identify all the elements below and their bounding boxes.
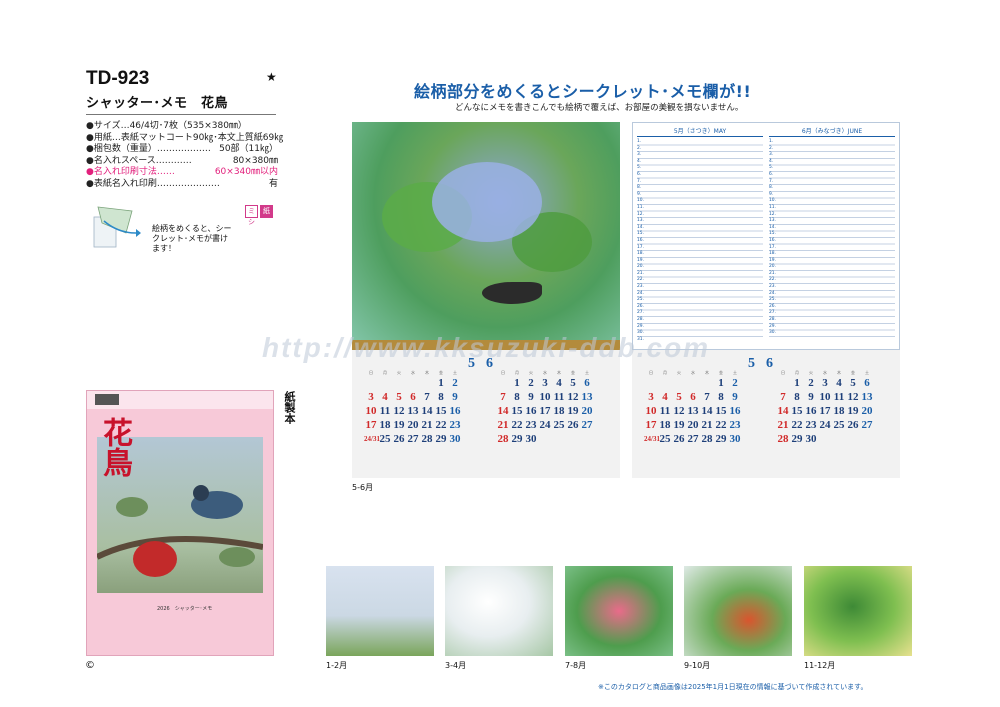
memo-header: 6月（みなづき）JUNE bbox=[769, 127, 895, 137]
calendar-may: 5 日月火水木金土 12 3456789 10 11 12 13 14 15 16 17 18… bbox=[644, 356, 768, 446]
week-row: 17 18 19 20 21 22 23 bbox=[365, 419, 461, 431]
disclaimer: ※このカタログと商品画像は2025年1月1日現在の情報に基づいて作成されています… bbox=[598, 683, 868, 691]
thumbnail-jan-feb: 1-2月 bbox=[326, 566, 434, 670]
thumbnail-sep-oct: 9-10月 bbox=[684, 566, 792, 670]
panel-caption: 5-6月 bbox=[352, 483, 374, 492]
product-name: シャッター･メモ 花鳥 bbox=[86, 96, 229, 111]
week-row: 28 29 30 bbox=[777, 433, 817, 445]
brand-logo bbox=[95, 394, 119, 405]
month-grid: 5 日月火水木金土 12 3456789 10 11 12 13 14 15 16 17 18… bbox=[632, 350, 900, 478]
month-number: 6 bbox=[766, 356, 773, 371]
thumbnail-caption: 3-4月 bbox=[445, 661, 467, 670]
cover-image: 花鳥 2026 シャッター･メモ bbox=[86, 390, 274, 656]
perforation-badge: ミシ bbox=[245, 205, 258, 226]
week-row: 28 29 30 bbox=[497, 433, 537, 445]
week-row: 14 15 16 17 18 19 20 bbox=[497, 405, 593, 417]
camellia-artwork bbox=[804, 566, 912, 656]
spec-name-space: ●名入れスペース………… 80×380㎜ bbox=[86, 155, 278, 166]
week-row: 123456 bbox=[514, 377, 590, 389]
memo-header: 5月（さつき）MAY bbox=[637, 127, 763, 137]
subheadline: どんなにメモを書きこんでも絵柄で覆えば、お部屋の美観を損ないません。 bbox=[455, 103, 744, 113]
headline: 絵柄部分をめくるとシークレット･メモ欄が!! bbox=[414, 82, 752, 101]
cover-year-text: 2026 シャッター･メモ bbox=[157, 606, 213, 612]
blossom-artwork bbox=[445, 566, 553, 656]
divider bbox=[86, 114, 276, 115]
thumbnail-caption: 9-10月 bbox=[684, 661, 711, 670]
calendar-june: 6 日月火水木金土 123456 7 8 9 10 11 12 13 14 15 16 17 18 1… bbox=[486, 356, 620, 446]
spec-list: ●サイズ…46/4切･7枚（535×380㎜） ●用紙…表紙マットコート90㎏･… bbox=[86, 121, 284, 191]
month-grid: 5 日月火水木金土 12 3456789 10 11 12 13 14 15 16 17 18… bbox=[352, 350, 620, 478]
memo-lines bbox=[637, 139, 763, 339]
spec-paper: ●用紙…表紙マットコート90㎏･本文上質紙69㎏ bbox=[86, 132, 284, 143]
thumbnail-jul-aug: 7-8月 bbox=[565, 566, 673, 670]
week-row: 3456789 bbox=[648, 391, 738, 403]
week-row: 24/31 25 26 27 28 29 30 bbox=[364, 433, 461, 445]
wagtail-bird bbox=[482, 282, 542, 304]
week-row: 12 bbox=[438, 377, 458, 389]
week-row: 10 11 12 13 14 15 16 bbox=[645, 405, 741, 417]
hibiscus-artwork bbox=[565, 566, 673, 656]
memo-june: 6月（みなづき）JUNE 1. 2. 3. 4. 5. 6. 7. 8. 9. 10. 11. 12.… bbox=[769, 127, 895, 339]
week-row: 21 22 23 24 25 26 27 bbox=[777, 419, 873, 431]
week-row: 14 15 16 17 18 19 20 bbox=[777, 405, 873, 417]
hint-text: 絵柄をめくると、シークレット･メモが書けます！ bbox=[152, 224, 232, 253]
memo-lines bbox=[769, 139, 895, 339]
week-row: 24/31 25 26 27 28 29 30 bbox=[644, 433, 741, 445]
binding-material: 紙製本 bbox=[283, 391, 296, 424]
spec-cover-print: ●表紙名入れ印刷………………… 有 bbox=[86, 178, 278, 189]
memo-may: 5月（さつき）MAY 1. 2. 3. 4. 5. 6. 7. 8. 9. 10. 11. 12. 13… bbox=[637, 127, 763, 342]
daffodil-artwork bbox=[326, 566, 434, 656]
week-row: 7 8 9 10 11 12 13 bbox=[780, 391, 873, 403]
week-row: 10 11 12 13 14 15 16 bbox=[365, 405, 461, 417]
calendar-may: 5 日月火水木金土 12 3456789 10 11 12 13 14 15 16 17 18… bbox=[364, 356, 488, 446]
persimmon-artwork bbox=[684, 566, 792, 656]
week-row: 12 bbox=[718, 377, 738, 389]
memo-day-numbers: 1. 2. 3. 4. 5. 6. 7. 8. 9. 10. 11. 12. 13. 14. 15. 16. 1… bbox=[637, 139, 644, 342]
spec-size: ●サイズ…46/4切･7枚（535×380㎜） bbox=[86, 121, 247, 131]
page-flip-illustration bbox=[93, 206, 141, 248]
memo-day-numbers: 1. 2. 3. 4. 5. 6. 7. 8. 9. 10. 11. 12. 13. 14. 15. 16. 1… bbox=[769, 139, 776, 336]
week-row: 7 8 9 10 11 12 13 bbox=[500, 391, 593, 403]
calendar-june: 6 日月火水木金土 123456 7 8 9 10 11 12 13 14 15 16 17 18 1… bbox=[766, 356, 900, 446]
watermark: http://www.kksuzuki-ddb.com bbox=[262, 332, 711, 363]
thumbnail-mar-apr: 3-4月 bbox=[445, 566, 553, 670]
thumbnail-caption: 1-2月 bbox=[326, 661, 348, 670]
thumbnail-nov-dec: 11-12月 bbox=[804, 566, 912, 670]
week-row: 17 18 19 20 21 22 23 bbox=[645, 419, 741, 431]
month-number: 5 bbox=[748, 356, 755, 371]
copyright-mark: © bbox=[85, 660, 95, 671]
spec-packing: ●梱包数（重量）……………… 50部（11㎏） bbox=[86, 144, 278, 155]
thumbnail-caption: 7-8月 bbox=[565, 661, 587, 670]
star-icon: ★ bbox=[266, 70, 277, 84]
cover-title: 花鳥 bbox=[97, 417, 132, 477]
week-row: 3456789 bbox=[368, 391, 458, 403]
calendar-sheet-closed: 5 日月火水木金土 12 3456789 10 11 12 13 14 15 16 17 18… bbox=[352, 122, 620, 478]
week-row: 21 22 23 24 25 26 27 bbox=[497, 419, 593, 431]
spec-print-size: ●名入れ印刷寸法…… 60×340㎜以内 bbox=[86, 167, 278, 178]
thumbnail-caption: 11-12月 bbox=[804, 661, 836, 670]
week-row: 123456 bbox=[794, 377, 870, 389]
paper-badge: 紙 bbox=[260, 205, 273, 218]
calendar-sheet-open: 5月（さつき）MAY 1. 2. 3. 4. 5. 6. 7. 8. 9. 10. 11. 12. 13… bbox=[632, 122, 900, 478]
product-code: TD-923 bbox=[86, 68, 150, 89]
hydrangea-artwork bbox=[352, 122, 620, 350]
secret-memo-area: 5月（さつき）MAY 1. 2. 3. 4. 5. 6. 7. 8. 9. 10. 11. 12. 13… bbox=[632, 122, 900, 350]
